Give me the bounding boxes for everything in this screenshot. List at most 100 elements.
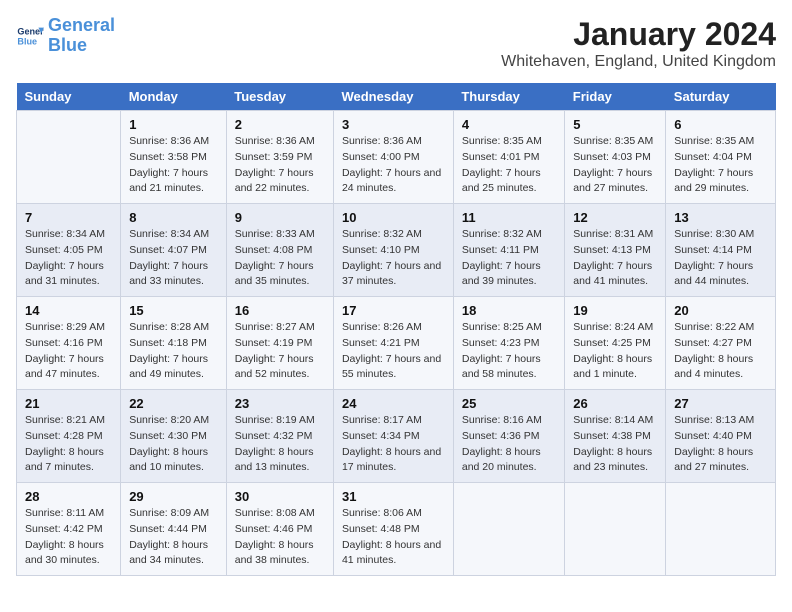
day-info: Sunrise: 8:32 AMSunset: 4:10 PMDaylight:… — [342, 227, 445, 290]
calendar-week-5: 28 Sunrise: 8:11 AMSunset: 4:42 PMDayligh… — [17, 483, 776, 576]
day-number: 7 — [25, 210, 112, 225]
calendar-cell: 9 Sunrise: 8:33 AMSunset: 4:08 PMDaylight… — [226, 204, 333, 297]
logo-icon: General Blue — [16, 22, 44, 50]
column-header-wednesday: Wednesday — [333, 83, 453, 111]
day-info: Sunrise: 8:34 AMSunset: 4:05 PMDaylight:… — [25, 227, 112, 290]
calendar-cell: 22 Sunrise: 8:20 AMSunset: 4:30 PMDayligh… — [121, 390, 227, 483]
calendar-cell: 2 Sunrise: 8:36 AMSunset: 3:59 PMDaylight… — [226, 111, 333, 204]
calendar-week-4: 21Sunrise: 8:21 AMSunset: 4:28 PMDayligh… — [17, 390, 776, 483]
day-number: 22 — [129, 396, 218, 411]
calendar-cell: 13 Sunrise: 8:30 AMSunset: 4:14 PMDayligh… — [666, 204, 776, 297]
day-number: 18 — [462, 303, 556, 318]
calendar-cell: 1Sunrise: 8:36 AMSunset: 3:58 PMDaylight… — [121, 111, 227, 204]
day-number: 15 — [129, 303, 218, 318]
calendar-week-3: 14 Sunrise: 8:29 AMSunset: 4:16 PMDayligh… — [17, 297, 776, 390]
day-number: 27 — [674, 396, 767, 411]
day-info: Sunrise: 8:25 AMSunset: 4:23 PMDaylight:… — [462, 320, 556, 383]
svg-text:Blue: Blue — [17, 36, 37, 46]
day-number: 12 — [573, 210, 657, 225]
day-number: 26 — [573, 396, 657, 411]
day-info: Sunrise: 8:11 AMSunset: 4:42 PMDaylight:… — [25, 506, 112, 569]
title-block: January 2024 Whitehaven, England, United… — [501, 16, 776, 71]
column-header-tuesday: Tuesday — [226, 83, 333, 111]
day-info: Sunrise: 8:32 AMSunset: 4:11 PMDaylight:… — [462, 227, 556, 290]
day-number: 2 — [235, 117, 325, 132]
column-header-friday: Friday — [565, 83, 666, 111]
day-info: Sunrise: 8:19 AMSunset: 4:32 PMDaylight:… — [235, 413, 325, 476]
calendar-cell: 6 Sunrise: 8:35 AMSunset: 4:04 PMDaylight… — [666, 111, 776, 204]
calendar-cell — [17, 111, 121, 204]
day-info: Sunrise: 8:33 AMSunset: 4:08 PMDaylight:… — [235, 227, 325, 290]
day-info: Sunrise: 8:24 AMSunset: 4:25 PMDaylight:… — [573, 320, 657, 383]
day-number: 20 — [674, 303, 767, 318]
calendar-cell: 8Sunrise: 8:34 AMSunset: 4:07 PMDaylight… — [121, 204, 227, 297]
calendar-table: SundayMondayTuesdayWednesdayThursdayFrid… — [16, 83, 776, 576]
day-number: 9 — [235, 210, 325, 225]
day-info: Sunrise: 8:20 AMSunset: 4:30 PMDaylight:… — [129, 413, 218, 476]
day-info: Sunrise: 8:30 AMSunset: 4:14 PMDaylight:… — [674, 227, 767, 290]
day-info: Sunrise: 8:14 AMSunset: 4:38 PMDaylight:… — [573, 413, 657, 476]
calendar-cell: 4 Sunrise: 8:35 AMSunset: 4:01 PMDaylight… — [453, 111, 564, 204]
day-number: 6 — [674, 117, 767, 132]
calendar-cell — [565, 483, 666, 576]
day-info: Sunrise: 8:28 AMSunset: 4:18 PMDaylight:… — [129, 320, 218, 383]
day-number: 21 — [25, 396, 112, 411]
day-info: Sunrise: 8:22 AMSunset: 4:27 PMDaylight:… — [674, 320, 767, 383]
main-title: January 2024 — [501, 16, 776, 53]
column-header-sunday: Sunday — [17, 83, 121, 111]
column-header-monday: Monday — [121, 83, 227, 111]
day-info: Sunrise: 8:26 AMSunset: 4:21 PMDaylight:… — [342, 320, 445, 383]
calendar-header-row: SundayMondayTuesdayWednesdayThursdayFrid… — [17, 83, 776, 111]
day-number: 8 — [129, 210, 218, 225]
day-number: 11 — [462, 210, 556, 225]
calendar-cell: 14 Sunrise: 8:29 AMSunset: 4:16 PMDayligh… — [17, 297, 121, 390]
day-number: 1 — [129, 117, 218, 132]
day-number: 10 — [342, 210, 445, 225]
calendar-cell: 30Sunrise: 8:08 AMSunset: 4:46 PMDayligh… — [226, 483, 333, 576]
calendar-cell: 19 Sunrise: 8:24 AMSunset: 4:25 PMDayligh… — [565, 297, 666, 390]
calendar-cell: 12 Sunrise: 8:31 AMSunset: 4:13 PMDayligh… — [565, 204, 666, 297]
logo-text: General Blue — [48, 16, 115, 56]
day-number: 19 — [573, 303, 657, 318]
calendar-cell: 31Sunrise: 8:06 AMSunset: 4:48 PMDayligh… — [333, 483, 453, 576]
calendar-cell: 17 Sunrise: 8:26 AMSunset: 4:21 PMDayligh… — [333, 297, 453, 390]
calendar-cell: 27 Sunrise: 8:13 AMSunset: 4:40 PMDayligh… — [666, 390, 776, 483]
day-number: 28 — [25, 489, 112, 504]
calendar-week-1: 1Sunrise: 8:36 AMSunset: 3:58 PMDaylight… — [17, 111, 776, 204]
day-info: Sunrise: 8:35 AMSunset: 4:01 PMDaylight:… — [462, 134, 556, 197]
day-info: Sunrise: 8:29 AMSunset: 4:16 PMDaylight:… — [25, 320, 112, 383]
calendar-cell — [666, 483, 776, 576]
day-info: Sunrise: 8:27 AMSunset: 4:19 PMDaylight:… — [235, 320, 325, 383]
day-number: 17 — [342, 303, 445, 318]
day-info: Sunrise: 8:13 AMSunset: 4:40 PMDaylight:… — [674, 413, 767, 476]
day-info: Sunrise: 8:17 AMSunset: 4:34 PMDaylight:… — [342, 413, 445, 476]
day-info: Sunrise: 8:31 AMSunset: 4:13 PMDaylight:… — [573, 227, 657, 290]
calendar-cell — [453, 483, 564, 576]
calendar-cell: 18 Sunrise: 8:25 AMSunset: 4:23 PMDayligh… — [453, 297, 564, 390]
calendar-cell: 24 Sunrise: 8:17 AMSunset: 4:34 PMDayligh… — [333, 390, 453, 483]
calendar-cell: 10 Sunrise: 8:32 AMSunset: 4:10 PMDayligh… — [333, 204, 453, 297]
day-info: Sunrise: 8:16 AMSunset: 4:36 PMDaylight:… — [462, 413, 556, 476]
calendar-cell: 28 Sunrise: 8:11 AMSunset: 4:42 PMDayligh… — [17, 483, 121, 576]
day-number: 3 — [342, 117, 445, 132]
day-number: 4 — [462, 117, 556, 132]
day-info: Sunrise: 8:36 AMSunset: 3:59 PMDaylight:… — [235, 134, 325, 197]
day-number: 13 — [674, 210, 767, 225]
day-number: 24 — [342, 396, 445, 411]
day-info: Sunrise: 8:06 AMSunset: 4:48 PMDaylight:… — [342, 506, 445, 569]
calendar-cell: 3 Sunrise: 8:36 AMSunset: 4:00 PMDaylight… — [333, 111, 453, 204]
calendar-cell: 21Sunrise: 8:21 AMSunset: 4:28 PMDayligh… — [17, 390, 121, 483]
calendar-cell: 11 Sunrise: 8:32 AMSunset: 4:11 PMDayligh… — [453, 204, 564, 297]
day-number: 16 — [235, 303, 325, 318]
calendar-cell: 23Sunrise: 8:19 AMSunset: 4:32 PMDayligh… — [226, 390, 333, 483]
subtitle: Whitehaven, England, United Kingdom — [501, 53, 776, 71]
column-header-saturday: Saturday — [666, 83, 776, 111]
day-info: Sunrise: 8:35 AMSunset: 4:04 PMDaylight:… — [674, 134, 767, 197]
calendar-cell: 29Sunrise: 8:09 AMSunset: 4:44 PMDayligh… — [121, 483, 227, 576]
day-number: 14 — [25, 303, 112, 318]
logo: General Blue General Blue — [16, 16, 115, 56]
day-info: Sunrise: 8:36 AMSunset: 4:00 PMDaylight:… — [342, 134, 445, 197]
calendar-cell: 20 Sunrise: 8:22 AMSunset: 4:27 PMDayligh… — [666, 297, 776, 390]
calendar-cell: 5Sunrise: 8:35 AMSunset: 4:03 PMDaylight… — [565, 111, 666, 204]
day-number: 30 — [235, 489, 325, 504]
